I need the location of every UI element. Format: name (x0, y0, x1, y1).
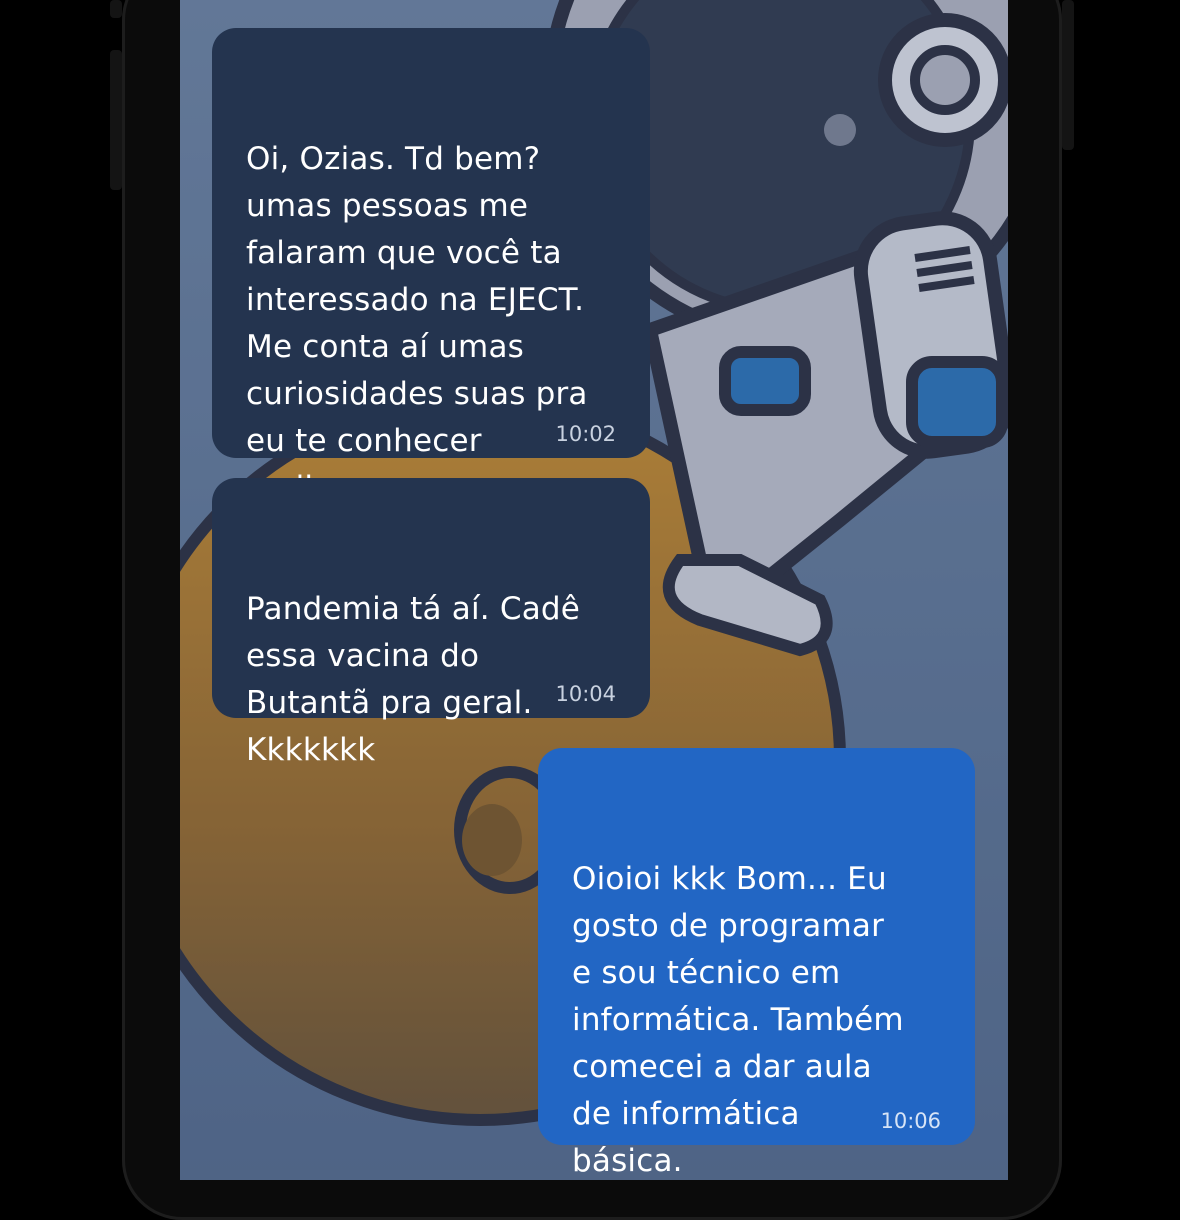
message-text: Oi, Ozias. Td bem? umas pessoas me falar… (246, 141, 588, 506)
message-timestamp: 10:04 (555, 682, 616, 706)
phone-power-button (1062, 0, 1074, 150)
phone-volume-button (110, 50, 122, 190)
message-text: Pandemia tá aí. Cadê essa vacina do Buta… (246, 591, 581, 768)
message-timestamp: 10:02 (555, 422, 616, 446)
outgoing-message-bubble[interactable]: Oioioi kkk Bom... Eu gosto de programar … (538, 748, 975, 1179)
phone-side-button-left (110, 0, 122, 18)
message-timestamp: 10:06 (880, 1109, 941, 1133)
incoming-message-bubble[interactable]: Oi, Ozias. Td bem? umas pessoas me falar… (212, 28, 650, 506)
incoming-message-bubble[interactable]: Pandemia tá aí. Cadê essa vacina do Buta… (212, 478, 650, 768)
chat-screen[interactable]: Oi, Ozias. Td bem? umas pessoas me falar… (180, 0, 1008, 1180)
